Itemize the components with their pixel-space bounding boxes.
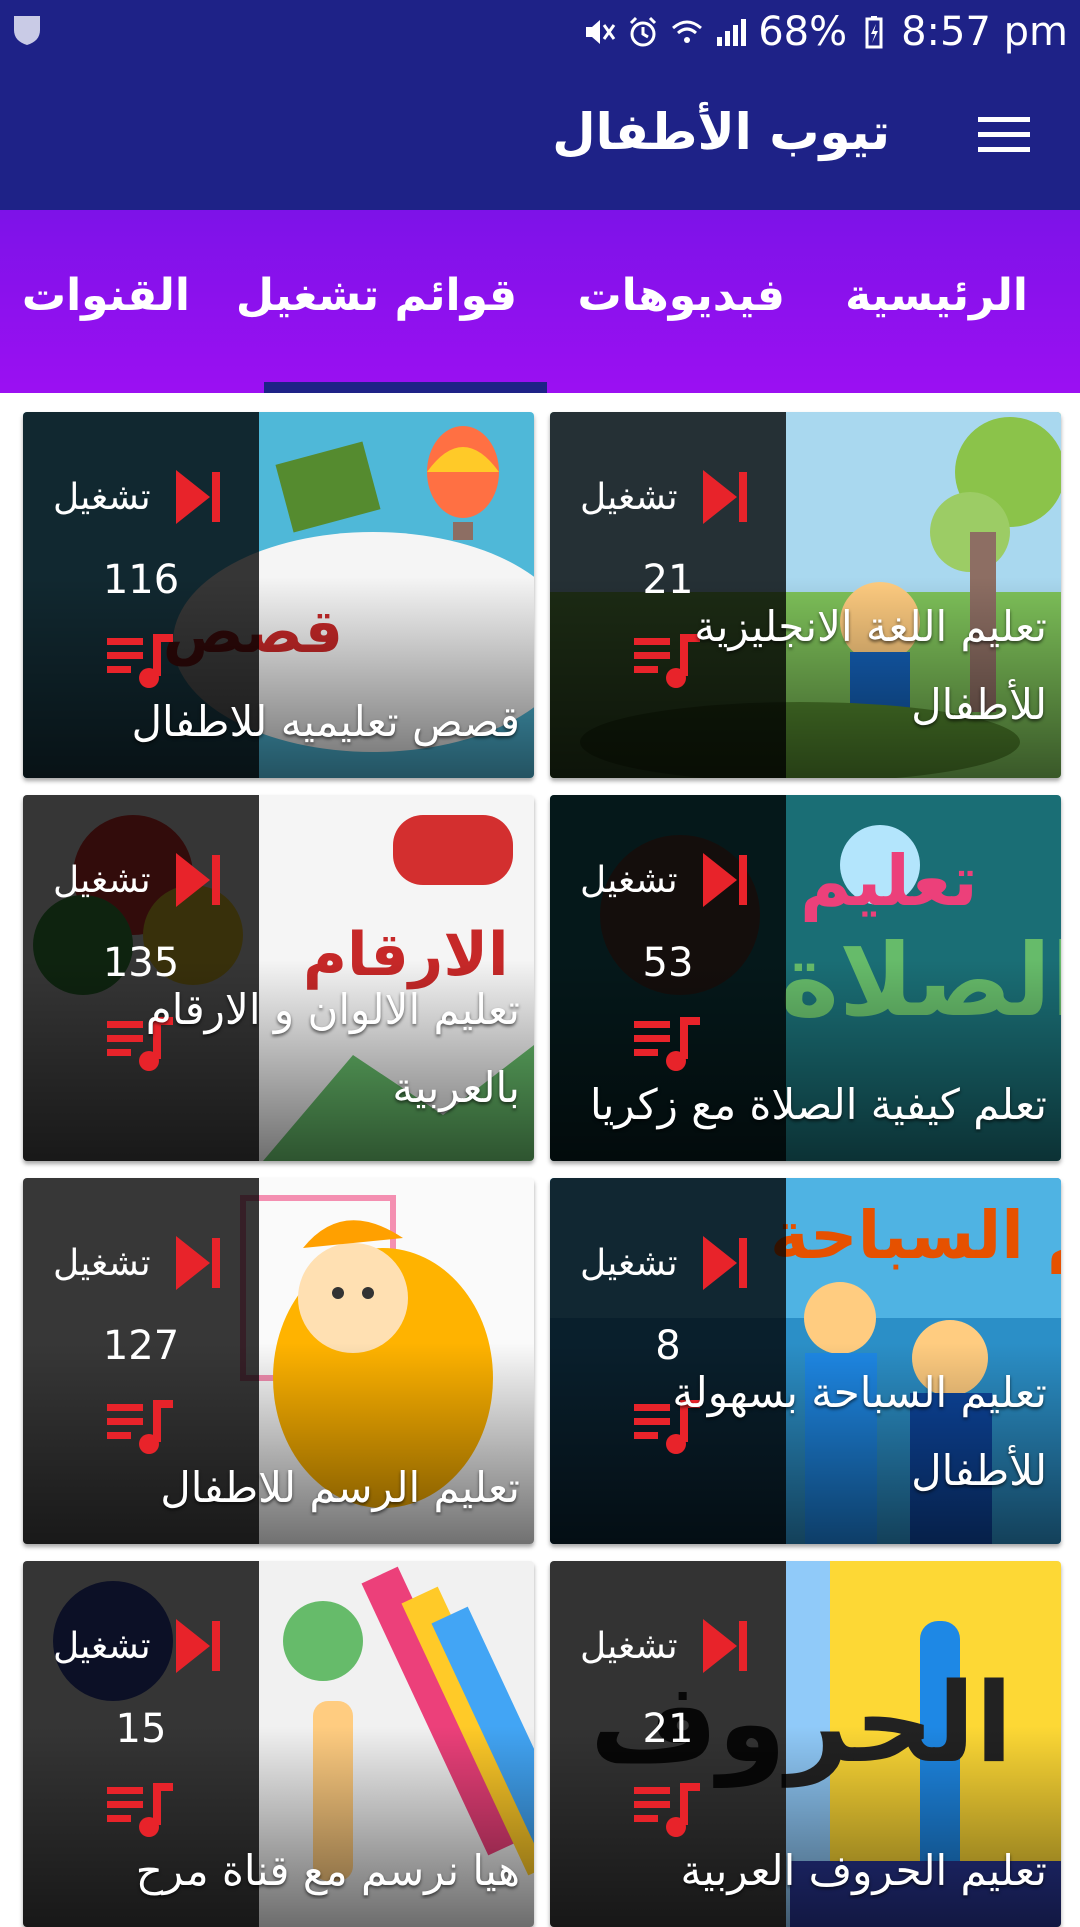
playlist-card[interactable]: تشغيل 15 هيا نرسم مع قناة مرح <box>23 1561 534 1927</box>
battery-percent: 68% <box>758 8 848 55</box>
playlist-title: تعليم اللغة الانجليزية للأطفال <box>694 602 1047 729</box>
hamburger-menu-icon[interactable] <box>978 115 1030 155</box>
playlist-icon <box>107 634 173 688</box>
playlist-card[interactable]: قصص تشغيل 116 قصص تعليميه للاطفال <box>23 412 534 778</box>
playlist-title: هيا نرسم مع قناة مرح <box>135 1846 520 1895</box>
video-count: 21 <box>642 1706 694 1752</box>
playlist-title: تعليم الالوان و الارقام بالعربية <box>145 985 520 1112</box>
playlist-icon <box>107 1783 173 1837</box>
playlist-grid: تشغيل 21 تعليم اللغة الانجليزية للأطفال … <box>0 393 1080 1927</box>
playlist-card[interactable]: الحروف تشغيل 21 تعليم الحروف العربية <box>550 1561 1061 1927</box>
status-bar: 68% 8:57 pm <box>0 0 1080 63</box>
playlist-icon <box>634 1017 700 1071</box>
video-count: 127 <box>102 1323 180 1369</box>
alarm-icon <box>630 16 657 46</box>
svg-text:تعلم السباحة: تعلم السباحة <box>770 1197 1061 1274</box>
tab-channels[interactable]: القنوات <box>22 270 190 321</box>
app-bar: تيوب الأطفال <box>0 63 1080 210</box>
play-icon[interactable] <box>703 853 749 907</box>
playlist-card[interactable]: الارقام تشغيل 135 تعليم الالوان و الارقا… <box>23 795 534 1161</box>
tab-home[interactable]: الرئيسية <box>845 270 1028 321</box>
playlist-card[interactable]: تشغيل 127 تعليم الرسم للاطفال <box>23 1178 534 1544</box>
tab-playlists[interactable]: قوائم تشغيل <box>236 270 517 321</box>
playlist-card[interactable]: تعلم السباحة تشغيل 8 تعليم السباحة بسهول… <box>550 1178 1061 1544</box>
svg-text:تعليم: تعليم <box>800 840 978 922</box>
shield-icon <box>14 16 40 45</box>
play-label[interactable]: تشغيل <box>580 477 678 518</box>
mute-icon <box>586 19 616 44</box>
play-icon[interactable] <box>176 470 222 524</box>
signal-icon <box>717 18 747 46</box>
battery-icon <box>865 15 883 48</box>
tab-bar: الرئيسية فيديوهات قوائم تشغيل القنوات <box>0 210 1080 393</box>
play-label[interactable]: تشغيل <box>53 1243 151 1284</box>
status-icons: 68% 8:57 pm <box>582 0 1068 63</box>
play-label[interactable]: تشغيل <box>580 860 678 901</box>
play-icon[interactable] <box>176 1236 222 1290</box>
play-label[interactable]: تشغيل <box>53 477 151 518</box>
playlist-title: تعليم السباحة بسهولة للأطفال <box>672 1368 1047 1495</box>
playlist-icon <box>107 1400 173 1454</box>
play-label[interactable]: تشغيل <box>53 860 151 901</box>
play-label[interactable]: تشغيل <box>53 1626 151 1667</box>
playlist-title: تعليم الحروف العربية <box>680 1846 1047 1895</box>
play-icon[interactable] <box>703 1236 749 1290</box>
video-count: 53 <box>642 940 694 986</box>
playlist-card[interactable]: تشغيل 21 تعليم اللغة الانجليزية للأطفال <box>550 412 1061 778</box>
play-icon[interactable] <box>703 470 749 524</box>
playlist-card[interactable]: تعليم الصلاة تشغيل 53 تعلم كيفية الصلاة … <box>550 795 1061 1161</box>
clock: 8:57 pm <box>901 8 1068 55</box>
play-icon[interactable] <box>176 853 222 907</box>
tab-selected-indicator <box>264 382 547 393</box>
tab-videos[interactable]: فيديوهات <box>577 270 785 321</box>
play-label[interactable]: تشغيل <box>580 1626 678 1667</box>
playlist-title: تعلم كيفية الصلاة مع زكريا <box>589 1080 1047 1129</box>
playlist-title: تعليم الرسم للاطفال <box>160 1463 520 1512</box>
video-count: 116 <box>102 557 180 603</box>
wifi-call-icon <box>672 20 703 43</box>
app-title: تيوب الأطفال <box>552 103 890 161</box>
play-icon[interactable] <box>176 1619 222 1673</box>
playlist-icon <box>634 1783 700 1837</box>
play-icon[interactable] <box>703 1619 749 1673</box>
play-label[interactable]: تشغيل <box>580 1243 678 1284</box>
video-count: 15 <box>115 1706 167 1752</box>
playlist-title: قصص تعليميه للاطفال <box>131 697 521 746</box>
